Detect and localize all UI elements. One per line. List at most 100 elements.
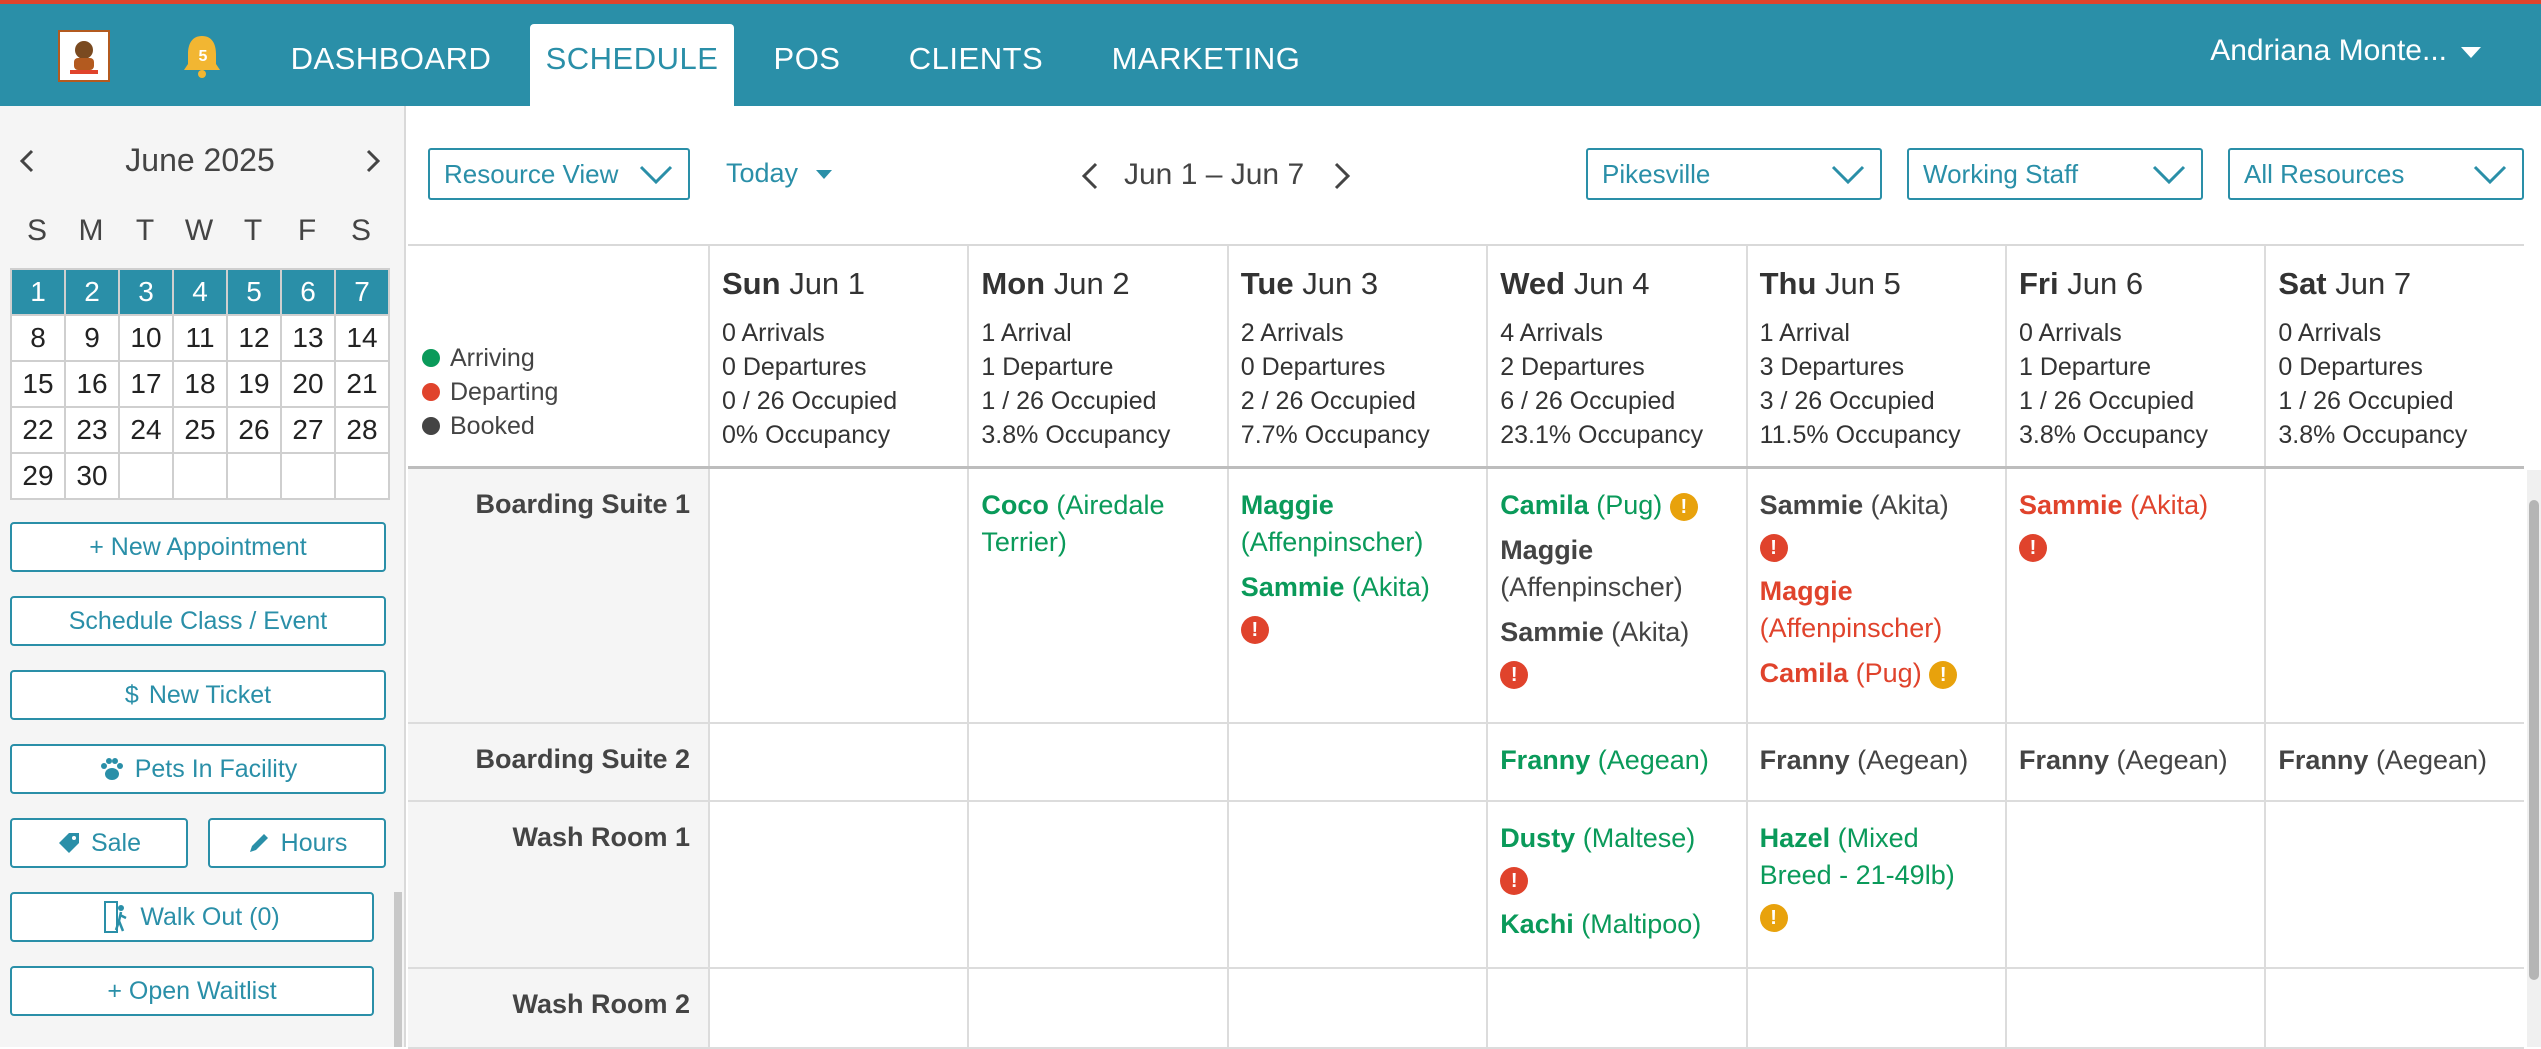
schedule-cell[interactable] — [2264, 969, 2523, 1047]
calendar-day[interactable]: 18 — [172, 360, 228, 408]
alert-icon[interactable]: ! — [1500, 660, 1529, 689]
resources-select[interactable]: All Resources — [2228, 148, 2524, 200]
schedule-cell[interactable]: Sammie (Akita)! Maggie (Affenpinscher) Cam… — [1745, 469, 2005, 722]
schedule-class-button[interactable]: Schedule Class / Event — [10, 596, 386, 646]
schedule-cell[interactable] — [2264, 802, 2523, 967]
calendar-day[interactable]: 23 — [64, 406, 120, 454]
calendar-day[interactable]: 17 — [118, 360, 174, 408]
schedule-cell[interactable] — [967, 969, 1226, 1047]
schedule-cell[interactable] — [967, 802, 1226, 967]
reservation-booked[interactable]: Franny (Aegean) — [2019, 742, 2254, 779]
today-select[interactable]: Today — [726, 158, 833, 189]
reservation-departing[interactable]: Camila (Pug) ! — [1760, 655, 1995, 692]
location-select[interactable]: Pikesville — [1586, 148, 1882, 200]
grid-scrollbar[interactable] — [2527, 470, 2541, 1047]
schedule-cell[interactable]: Dusty (Maltese)! Kachi (Maltipoo) — [1486, 802, 1745, 967]
calendar-day[interactable]: 15 — [10, 360, 66, 408]
calendar-day[interactable]: 1 — [10, 268, 66, 316]
calendar-day[interactable]: 12 — [226, 314, 282, 362]
chevron-right-icon[interactable] — [358, 146, 388, 176]
alert-icon[interactable]: ! — [1929, 660, 1958, 689]
brand-logo[interactable] — [58, 30, 110, 82]
alert-icon[interactable]: ! — [1500, 866, 1529, 895]
calendar-day[interactable]: 4 — [172, 268, 228, 316]
calendar-day[interactable]: 5 — [226, 268, 282, 316]
reservation-arriving[interactable]: Camila (Pug) ! — [1500, 487, 1735, 524]
notifications-bell[interactable]: 5 — [180, 32, 224, 80]
sale-button[interactable]: Sale — [10, 818, 188, 868]
schedule-cell[interactable] — [1486, 969, 1745, 1047]
schedule-cell[interactable] — [708, 969, 967, 1047]
calendar-day[interactable]: 30 — [64, 452, 120, 500]
schedule-cell[interactable] — [1745, 969, 2005, 1047]
next-week-icon[interactable] — [1330, 160, 1354, 192]
schedule-cell[interactable] — [1226, 724, 1486, 800]
calendar-day[interactable]: 13 — [280, 314, 336, 362]
calendar-day[interactable]: 22 — [10, 406, 66, 454]
view-select[interactable]: Resource View — [428, 148, 690, 200]
reservation-departing[interactable]: Sammie (Akita)! — [2019, 487, 2254, 565]
schedule-cell[interactable]: Franny (Aegean) — [2264, 724, 2523, 800]
staff-select[interactable]: Working Staff — [1907, 148, 2203, 200]
schedule-cell[interactable]: Maggie (Affenpinscher) Sammie (Akita)! — [1226, 469, 1486, 722]
schedule-cell[interactable]: Franny (Aegean) — [2005, 724, 2264, 800]
calendar-day[interactable]: 27 — [280, 406, 336, 454]
reservation-booked[interactable]: Sammie (Akita)! — [1759, 487, 1995, 565]
calendar-day[interactable]: 24 — [118, 406, 174, 454]
schedule-cell[interactable]: Coco (Airedale Terrier) — [967, 469, 1226, 722]
schedule-cell[interactable]: Sammie (Akita)! — [2005, 469, 2264, 722]
schedule-cell[interactable] — [1226, 969, 1486, 1047]
calendar-day[interactable]: 26 — [226, 406, 282, 454]
new-ticket-button[interactable]: $ New Ticket — [10, 670, 386, 720]
nav-dashboard[interactable]: DASHBOARD — [278, 24, 504, 106]
reservation-arriving[interactable]: Franny (Aegean) — [1500, 742, 1735, 779]
calendar-day[interactable]: 20 — [280, 360, 336, 408]
calendar-day[interactable]: 6 — [280, 268, 336, 316]
alert-icon[interactable]: ! — [1669, 492, 1698, 521]
reservation-booked[interactable]: Franny (Aegean) — [2278, 742, 2513, 779]
nav-clients[interactable]: CLIENTS — [890, 24, 1062, 106]
calendar-day[interactable]: 28 — [334, 406, 390, 454]
calendar-day[interactable]: 19 — [226, 360, 282, 408]
alert-icon[interactable]: ! — [1240, 615, 1269, 644]
sidebar-scrollbar[interactable] — [394, 892, 402, 1047]
reservation-arriving[interactable]: Coco (Airedale Terrier) — [981, 487, 1216, 561]
reservation-arriving[interactable]: Sammie (Akita)! — [1240, 569, 1476, 647]
reservation-arriving[interactable]: Hazel (Mixed Breed - 21-49lb)! — [1759, 820, 1995, 935]
schedule-cell[interactable]: Hazel (Mixed Breed - 21-49lb)! — [1745, 802, 2005, 967]
calendar-day[interactable]: 9 — [64, 314, 120, 362]
reservation-arriving[interactable]: Dusty (Maltese)! — [1500, 820, 1735, 898]
schedule-cell[interactable] — [2005, 802, 2264, 967]
alert-icon[interactable]: ! — [2019, 533, 2047, 562]
calendar-day[interactable]: 29 — [10, 452, 66, 500]
calendar-day[interactable]: 2 — [64, 268, 120, 316]
calendar-day[interactable]: 8 — [10, 314, 66, 362]
open-waitlist-button[interactable]: + Open Waitlist — [10, 966, 374, 1016]
reservation-departing[interactable]: Maggie (Affenpinscher) — [1760, 573, 1995, 647]
hours-button[interactable]: Hours — [208, 818, 386, 868]
reservation-arriving[interactable]: Kachi (Maltipoo) — [1500, 906, 1735, 943]
schedule-cell[interactable]: Camila (Pug) ! Maggie (Affenpinscher) Samm… — [1486, 469, 1745, 722]
nav-pos[interactable]: POS — [754, 24, 860, 106]
schedule-cell[interactable]: Franny (Aegean) — [1745, 724, 2005, 800]
calendar-day[interactable]: 10 — [118, 314, 174, 362]
reservation-booked[interactable]: Franny (Aegean) — [1760, 742, 1995, 779]
alert-icon[interactable]: ! — [1759, 903, 1788, 932]
schedule-cell[interactable] — [708, 469, 967, 722]
calendar-day[interactable]: 25 — [172, 406, 228, 454]
nav-marketing[interactable]: MARKETING — [1096, 24, 1316, 106]
user-menu[interactable]: Andriana Monte... — [2210, 34, 2481, 68]
schedule-cell[interactable] — [1226, 802, 1486, 967]
scrollbar-thumb[interactable] — [2529, 500, 2539, 980]
calendar-day[interactable]: 3 — [118, 268, 174, 316]
schedule-cell[interactable] — [2005, 969, 2264, 1047]
schedule-cell[interactable] — [967, 724, 1226, 800]
reservation-booked[interactable]: Maggie (Affenpinscher) — [1500, 532, 1735, 606]
calendar-day[interactable]: 21 — [334, 360, 390, 408]
reservation-booked[interactable]: Sammie (Akita)! — [1500, 614, 1735, 692]
pets-in-facility-button[interactable]: Pets In Facility — [10, 744, 386, 794]
prev-week-icon[interactable] — [1078, 160, 1102, 192]
reservation-arriving[interactable]: Maggie (Affenpinscher) — [1241, 487, 1476, 561]
walk-out-button[interactable]: Walk Out (0) — [10, 892, 374, 942]
nav-schedule[interactable]: SCHEDULE — [530, 24, 734, 106]
